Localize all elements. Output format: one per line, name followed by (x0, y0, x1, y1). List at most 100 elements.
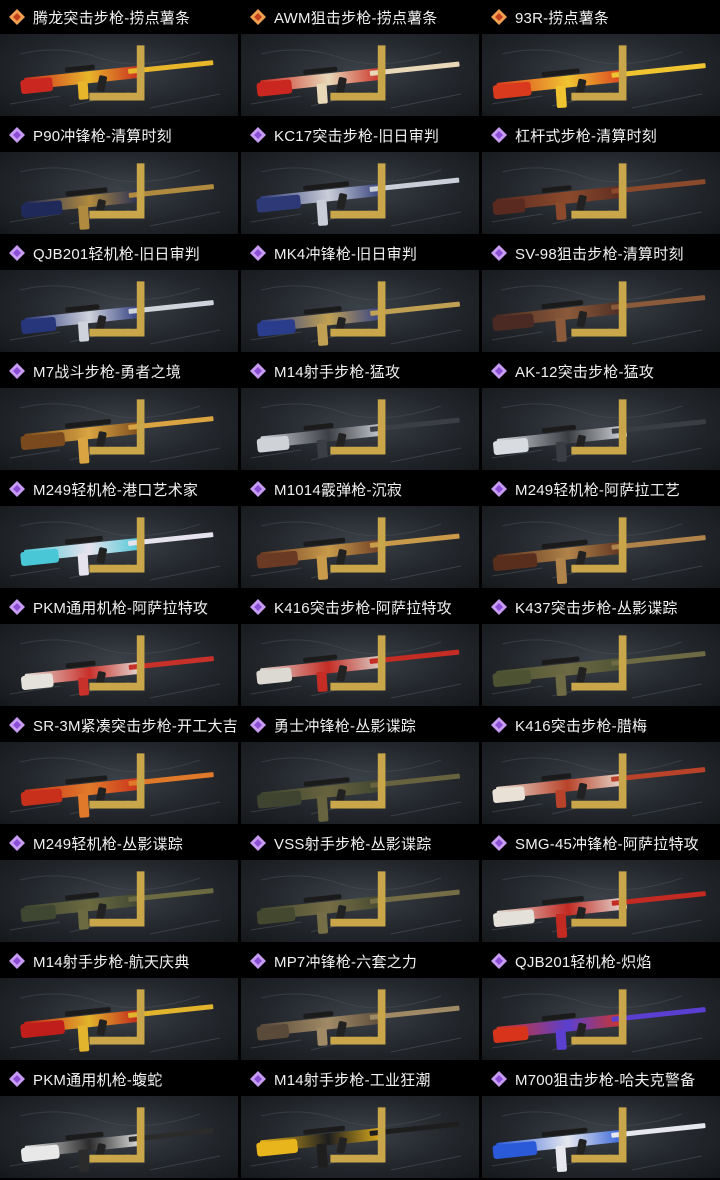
skin-card[interactable]: SMG-45冲锋枪-阿萨拉特攻 (482, 826, 720, 944)
corner-chevron-icon (571, 281, 627, 337)
skin-card[interactable]: 93R-捞点薯条 (482, 0, 720, 118)
skin-card[interactable]: MK4冲锋枪-旧日审判 (241, 236, 479, 354)
skin-name: K437突击步枪-丛影谍踪 (515, 599, 678, 617)
skin-card[interactable]: K416突击步枪-阿萨拉特攻 (241, 590, 479, 708)
skin-card-header: K416突击步枪-腊梅 (482, 708, 720, 742)
skin-card[interactable]: QJB201轻机枪-旧日审判 (0, 236, 238, 354)
skin-card[interactable]: SV-98狙击步枪-清算时刻 (482, 236, 720, 354)
skin-card-header: SR-3M紧凑突击步枪-开工大吉 (0, 708, 238, 742)
skin-grid: 腾龙突击步枪-捞点薯条 AWM狙击步枪-捞点薯条 93R-捞点薯条 P90冲锋枪… (0, 0, 720, 1180)
skin-card-header: VSS射手步枪-丛影谍踪 (241, 826, 479, 860)
skin-card[interactable]: M14射手步枪-工业狂潮 (241, 1062, 479, 1180)
skin-card[interactable]: AWM狙击步枪-捞点薯条 (241, 0, 479, 118)
corner-chevron-icon (89, 163, 145, 219)
skin-name: AWM狙击步枪-捞点薯条 (274, 9, 438, 27)
weapon-preview (241, 506, 479, 588)
skin-card[interactable]: M1014霰弹枪-沉寂 (241, 472, 479, 590)
skin-name: KC17突击步枪-旧日审判 (274, 127, 440, 145)
skin-card[interactable]: M249轻机枪-阿萨拉工艺 (482, 472, 720, 590)
epic-rarity-icon (491, 1071, 507, 1087)
corner-chevron-icon (89, 45, 145, 101)
skin-card-header: QJB201轻机枪-炽焰 (482, 944, 720, 978)
epic-rarity-icon (9, 1071, 25, 1087)
weapon-preview (482, 978, 720, 1060)
epic-rarity-icon (9, 599, 25, 615)
skin-card-header: PKM通用机枪-蝮蛇 (0, 1062, 238, 1096)
skin-name: VSS射手步枪-丛影谍踪 (274, 835, 432, 853)
skin-card[interactable]: P90冲锋枪-清算时刻 (0, 118, 238, 236)
weapon-preview (241, 1096, 479, 1178)
epic-rarity-icon (491, 599, 507, 615)
skin-card[interactable]: VSS射手步枪-丛影谍踪 (241, 826, 479, 944)
epic-rarity-icon (491, 363, 507, 379)
skin-card-header: SV-98狙击步枪-清算时刻 (482, 236, 720, 270)
corner-chevron-icon (330, 989, 386, 1045)
skin-card[interactable]: M700狙击步枪-哈夫克警备 (482, 1062, 720, 1180)
epic-rarity-icon (491, 481, 507, 497)
skin-card[interactable]: AK-12突击步枪-猛攻 (482, 354, 720, 472)
weapon-preview (0, 152, 238, 234)
epic-rarity-icon (9, 127, 25, 143)
skin-card-header: AWM狙击步枪-捞点薯条 (241, 0, 479, 34)
skin-card[interactable]: QJB201轻机枪-炽焰 (482, 944, 720, 1062)
skin-card-header: PKM通用机枪-阿萨拉特攻 (0, 590, 238, 624)
skin-name: K416突击步枪-阿萨拉特攻 (274, 599, 452, 617)
skin-card-header: M7战斗步枪-勇者之境 (0, 354, 238, 388)
skin-card[interactable]: KC17突击步枪-旧日审判 (241, 118, 479, 236)
skin-name: PKM通用机枪-蝮蛇 (33, 1071, 163, 1089)
skin-card-header: M249轻机枪-阿萨拉工艺 (482, 472, 720, 506)
corner-chevron-icon (571, 753, 627, 809)
epic-rarity-icon (491, 835, 507, 851)
skin-card-header: M700狙击步枪-哈夫克警备 (482, 1062, 720, 1096)
skin-card[interactable]: M14射手步枪-航天庆典 (0, 944, 238, 1062)
corner-chevron-icon (330, 45, 386, 101)
corner-chevron-icon (330, 1107, 386, 1163)
skin-name: M7战斗步枪-勇者之境 (33, 363, 182, 381)
skin-card[interactable]: M7战斗步枪-勇者之境 (0, 354, 238, 472)
epic-rarity-icon (250, 363, 266, 379)
skin-card[interactable]: M249轻机枪-丛影谍踪 (0, 826, 238, 944)
skin-card-header: AK-12突击步枪-猛攻 (482, 354, 720, 388)
corner-chevron-icon (89, 399, 145, 455)
skin-name: M249轻机枪-阿萨拉工艺 (515, 481, 681, 499)
weapon-preview (241, 624, 479, 706)
skin-card[interactable]: MP7冲锋枪-六套之力 (241, 944, 479, 1062)
skin-card[interactable]: SR-3M紧凑突击步枪-开工大吉 (0, 708, 238, 826)
skin-card[interactable]: M249轻机枪-港口艺术家 (0, 472, 238, 590)
skin-name: M700狙击步枪-哈夫克警备 (515, 1071, 696, 1089)
skin-card-header: M14射手步枪-航天庆典 (0, 944, 238, 978)
skin-card-header: 勇士冲锋枪-丛影谍踪 (241, 708, 479, 742)
epic-rarity-icon (250, 245, 266, 261)
weapon-preview (0, 1096, 238, 1178)
epic-rarity-icon (9, 245, 25, 261)
skin-name: P90冲锋枪-清算时刻 (33, 127, 172, 145)
skin-card[interactable]: M14射手步枪-猛攻 (241, 354, 479, 472)
weapon-preview (482, 152, 720, 234)
weapon-preview (0, 34, 238, 116)
skin-card[interactable]: 勇士冲锋枪-丛影谍踪 (241, 708, 479, 826)
epic-rarity-icon (9, 717, 25, 733)
skin-card[interactable]: K437突击步枪-丛影谍踪 (482, 590, 720, 708)
weapon-preview (482, 506, 720, 588)
skin-card[interactable]: PKM通用机枪-阿萨拉特攻 (0, 590, 238, 708)
skin-card[interactable]: K416突击步枪-腊梅 (482, 708, 720, 826)
corner-chevron-icon (330, 163, 386, 219)
skin-name: M14射手步枪-工业狂潮 (274, 1071, 431, 1089)
weapon-preview (482, 860, 720, 942)
epic-rarity-icon (250, 717, 266, 733)
skin-name: QJB201轻机枪-炽焰 (515, 953, 652, 971)
skin-name: MP7冲锋枪-六套之力 (274, 953, 418, 971)
skin-card-header: K437突击步枪-丛影谍踪 (482, 590, 720, 624)
weapon-preview (0, 860, 238, 942)
weapon-preview (482, 34, 720, 116)
epic-rarity-icon (9, 481, 25, 497)
skin-card[interactable]: 杠杆式步枪-清算时刻 (482, 118, 720, 236)
skin-name: 杠杆式步枪-清算时刻 (515, 127, 657, 145)
weapon-preview (0, 270, 238, 352)
skin-card-header: MK4冲锋枪-旧日审判 (241, 236, 479, 270)
corner-chevron-icon (571, 635, 627, 691)
skin-name: MK4冲锋枪-旧日审判 (274, 245, 418, 263)
skin-card[interactable]: 腾龙突击步枪-捞点薯条 (0, 0, 238, 118)
skin-card[interactable]: PKM通用机枪-蝮蛇 (0, 1062, 238, 1180)
skin-card-header: 杠杆式步枪-清算时刻 (482, 118, 720, 152)
